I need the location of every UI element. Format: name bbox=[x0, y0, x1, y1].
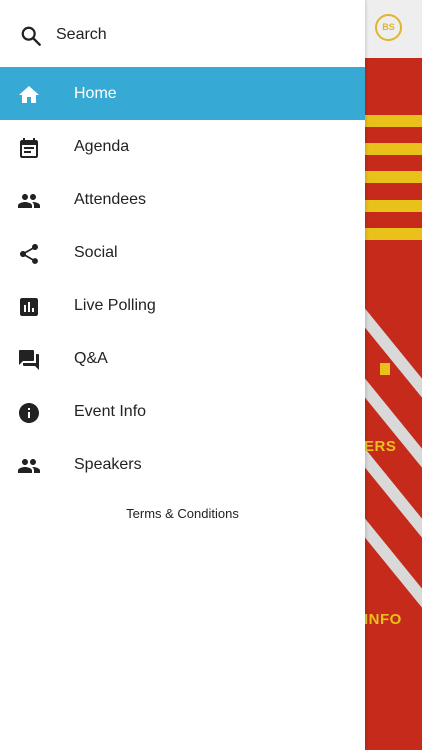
nav-item-home[interactable]: Home bbox=[0, 67, 365, 120]
nav-item-label: Live Polling bbox=[74, 297, 156, 314]
nav-item-label: Social bbox=[74, 244, 118, 261]
nav-item-label: Home bbox=[74, 85, 117, 102]
nav-item-label: Q&A bbox=[74, 350, 108, 367]
nav-item-live-polling[interactable]: Live Polling bbox=[0, 279, 365, 332]
home-icon bbox=[19, 86, 39, 103]
nav-item-label: Agenda bbox=[74, 138, 130, 155]
search-icon bbox=[21, 26, 41, 46]
search-label: Search bbox=[56, 26, 107, 43]
navigation-drawer: Search Home Agenda Attendees Social Live… bbox=[0, 0, 365, 750]
nav-item-label: Speakers bbox=[74, 456, 142, 473]
background-speakers-label[interactable]: ERS bbox=[364, 438, 396, 455]
search-button[interactable]: Search bbox=[0, 0, 365, 68]
calendar-icon bbox=[20, 138, 38, 158]
nav-item-speakers[interactable]: Speakers bbox=[0, 438, 365, 491]
nav-item-qa[interactable]: Q&A bbox=[0, 332, 365, 385]
info-icon bbox=[19, 403, 39, 423]
people-icon bbox=[18, 459, 40, 473]
nav-item-agenda[interactable]: Agenda bbox=[0, 120, 365, 173]
nav-item-social[interactable]: Social bbox=[0, 226, 365, 279]
nav-item-label: Attendees bbox=[74, 191, 147, 208]
background-info-label[interactable]: INFO bbox=[364, 611, 402, 628]
nav-item-event-info[interactable]: Event Info bbox=[0, 385, 365, 438]
terms-and-conditions-link[interactable]: Terms & Conditions bbox=[0, 506, 365, 521]
nav-item-attendees[interactable]: Attendees bbox=[0, 173, 365, 226]
people-icon bbox=[18, 194, 40, 208]
nav-item-label: Event Info bbox=[74, 403, 147, 420]
profile-badge[interactable]: BS bbox=[375, 14, 402, 41]
share-icon bbox=[20, 244, 38, 264]
forum-icon bbox=[19, 350, 39, 370]
nav-menu: Home Agenda Attendees Social Live Pollin… bbox=[0, 67, 365, 491]
poll-icon bbox=[20, 298, 38, 316]
